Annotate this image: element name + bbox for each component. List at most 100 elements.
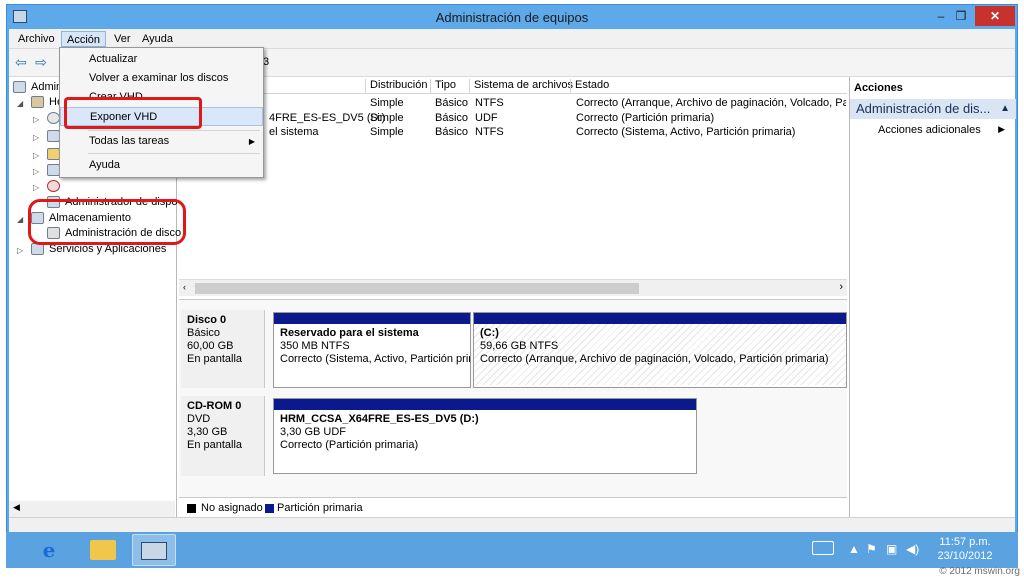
partition-title: (C:) [480, 327, 499, 339]
partition-status: Correcto (Partición primaria) [280, 439, 419, 451]
menu-archivo[interactable]: Archivo [13, 31, 60, 47]
computer-management-taskbar-button[interactable] [132, 534, 176, 566]
legend-unallocated: No asignado [201, 502, 263, 514]
partition-size: 59,66 GB NTFS [480, 340, 559, 352]
disk-management-pane: Distribución Tipo Sistema de archivos Es… [179, 77, 847, 517]
table-row[interactable]: el sistema Simple Básico NTFS Correcto (… [179, 125, 847, 140]
disk-size: 60,00 GB [187, 340, 234, 352]
disk-state: En pantalla [187, 439, 243, 451]
computer-management-icon [141, 542, 167, 560]
column-tipo[interactable]: Tipo [430, 79, 456, 93]
explorer-taskbar-button[interactable] [82, 534, 126, 566]
disk-size: 3,30 GB [187, 426, 228, 438]
legend-swatch-unallocated [187, 504, 196, 513]
column-estado[interactable]: Estado [570, 79, 609, 93]
menu-accion[interactable]: Acción [61, 31, 107, 47]
show-hidden-icons-icon[interactable]: ▲ [848, 542, 860, 556]
scroll-left-icon[interactable]: ◀ [13, 502, 20, 513]
menu-separator [88, 130, 260, 131]
tools-icon [31, 96, 44, 108]
collapsed-arrow-icon[interactable]: ▷ [33, 180, 39, 195]
computer-icon [13, 81, 26, 93]
scroll-left-icon[interactable]: ‹ [183, 282, 186, 292]
partition-bar [274, 313, 470, 324]
menu-item-todas-tareas[interactable]: Todas las tareas ▶ [60, 132, 263, 151]
forward-arrow-icon[interactable]: ⇨ [33, 55, 49, 69]
scroll-thumb[interactable] [195, 283, 639, 294]
keyboard-icon[interactable] [812, 541, 834, 555]
submenu-arrow-icon[interactable]: ▶ [998, 124, 1005, 135]
callout-exponer-vhd [64, 97, 202, 129]
disk-name: Disco 0 [187, 314, 227, 326]
folder-icon [90, 540, 116, 560]
volume-hscroll[interactable]: ‹ › [179, 279, 847, 296]
scroll-right-icon[interactable]: › [839, 281, 843, 293]
clock[interactable]: 11:57 p.m. 23/10/2012 [930, 535, 1000, 563]
ie-taskbar-button[interactable]: e [28, 534, 72, 566]
partition-cdrom-d[interactable]: HRM_CCSA_X64FRE_ES-ES_DV5 (D:) 3,30 GB U… [273, 398, 697, 474]
collapsed-arrow-icon[interactable]: ▷ [33, 148, 39, 163]
performance-icon [47, 180, 60, 192]
actions-title: Acciones [854, 82, 903, 94]
partition-body: Reservado para el sistema 350 MB NTFS Co… [274, 324, 470, 369]
partition-status: Correcto (Sistema, Activo, Partición pri… [280, 353, 470, 365]
close-button[interactable]: ✕ [975, 6, 1015, 26]
submenu-arrow-icon: ▶ [248, 137, 255, 146]
menu-bar: Archivo Acción Ver Ayuda [9, 29, 1015, 49]
partition-body: (C:) 59,66 GB NTFS Correcto (Arranque, A… [474, 324, 846, 385]
actions-section-label: Administración de dis... [856, 101, 991, 116]
clock-time: 11:57 p.m. [939, 536, 991, 548]
table-row[interactable]: Simple Básico NTFS Correcto (Arranque, A… [179, 96, 847, 111]
volume-icon[interactable]: ◀) [906, 542, 919, 556]
menu-ver[interactable]: Ver [109, 31, 136, 47]
cdrom-0-info[interactable]: CD-ROM 0 DVD 3,30 GB En pantalla [181, 396, 265, 476]
collapsed-arrow-icon[interactable]: ▷ [17, 243, 23, 258]
maximize-button[interactable]: ❐ [947, 6, 975, 26]
disk-kind: Básico [187, 327, 221, 339]
disk-kind: DVD [187, 413, 211, 425]
back-arrow-icon[interactable]: ⇦ [13, 55, 29, 69]
window-title: Administración de equipos [435, 10, 589, 25]
menu-item-label: Todas las tareas [89, 135, 170, 147]
collapse-arrow-icon[interactable]: ▲ [1000, 99, 1010, 119]
watermark: © 2012 mswin.org [939, 566, 1020, 577]
taskbar: e ▲ ⚑ ▣ ◀) 11:57 p.m. 23/10/2012 [6, 532, 1018, 568]
tree-hscroll[interactable]: ◀ [9, 501, 175, 517]
partition-size: 350 MB NTFS [280, 340, 350, 352]
partition-bar [274, 399, 696, 410]
menu-separator [88, 153, 260, 154]
partition-system-reserved[interactable]: Reservado para el sistema 350 MB NTFS Co… [273, 312, 471, 388]
table-row[interactable]: 4FRE_ES-ES_DV5 (D:) Simple Básico UDF Co… [179, 111, 847, 126]
disk-state: En pantalla [187, 353, 243, 365]
volume-table-header: Distribución Tipo Sistema de archivos Es… [179, 77, 847, 94]
legend: No asignado Partición primaria [179, 497, 847, 517]
partition-status: Correcto (Arranque, Archivo de paginació… [480, 353, 829, 365]
title-bar[interactable]: Administración de equipos – ❐ ✕ [7, 5, 1017, 29]
menu-ayuda[interactable]: Ayuda [137, 31, 178, 47]
column-distribucion[interactable]: Distribución [365, 79, 427, 93]
flag-icon[interactable]: ⚑ [866, 542, 877, 556]
collapsed-arrow-icon[interactable]: ▷ [33, 164, 39, 179]
partition-bar [474, 313, 846, 324]
collapsed-arrow-icon[interactable]: ▷ [33, 130, 39, 145]
disk-0-info[interactable]: Disco 0 Básico 60,00 GB En pantalla [181, 310, 265, 388]
disk-name: CD-ROM 0 [187, 400, 242, 412]
menu-item-ayuda[interactable]: Ayuda [60, 156, 263, 175]
disk-graph-area: Disco 0 Básico 60,00 GB En pantalla Rese… [179, 299, 847, 517]
legend-swatch-primary [265, 504, 274, 513]
column-sistema-archivos[interactable]: Sistema de archivos [469, 79, 573, 93]
partition-c[interactable]: (C:) 59,66 GB NTFS Correcto (Arranque, A… [473, 312, 847, 388]
partition-body: HRM_CCSA_X64FRE_ES-ES_DV5 (D:) 3,30 GB U… [274, 410, 696, 455]
actions-pane: Acciones Administración de dis... ▲ Acci… [849, 77, 1016, 517]
network-icon[interactable]: ▣ [886, 542, 897, 556]
menu-item-volver-examinar[interactable]: Volver a examinar los discos [60, 69, 263, 88]
partition-title: HRM_CCSA_X64FRE_ES-ES_DV5 (D:) [280, 413, 479, 425]
action-additional[interactable]: Acciones adicionales [878, 124, 981, 136]
clock-date: 23/10/2012 [937, 550, 993, 562]
actions-section-header[interactable]: Administración de dis... ▲ [850, 99, 1016, 119]
partition-size: 3,30 GB UDF [280, 426, 347, 438]
expanded-arrow-icon[interactable]: ◢ [17, 212, 23, 227]
expanded-arrow-icon[interactable]: ◢ [17, 96, 23, 111]
collapsed-arrow-icon[interactable]: ▷ [33, 112, 39, 127]
menu-item-actualizar[interactable]: Actualizar [60, 50, 263, 69]
